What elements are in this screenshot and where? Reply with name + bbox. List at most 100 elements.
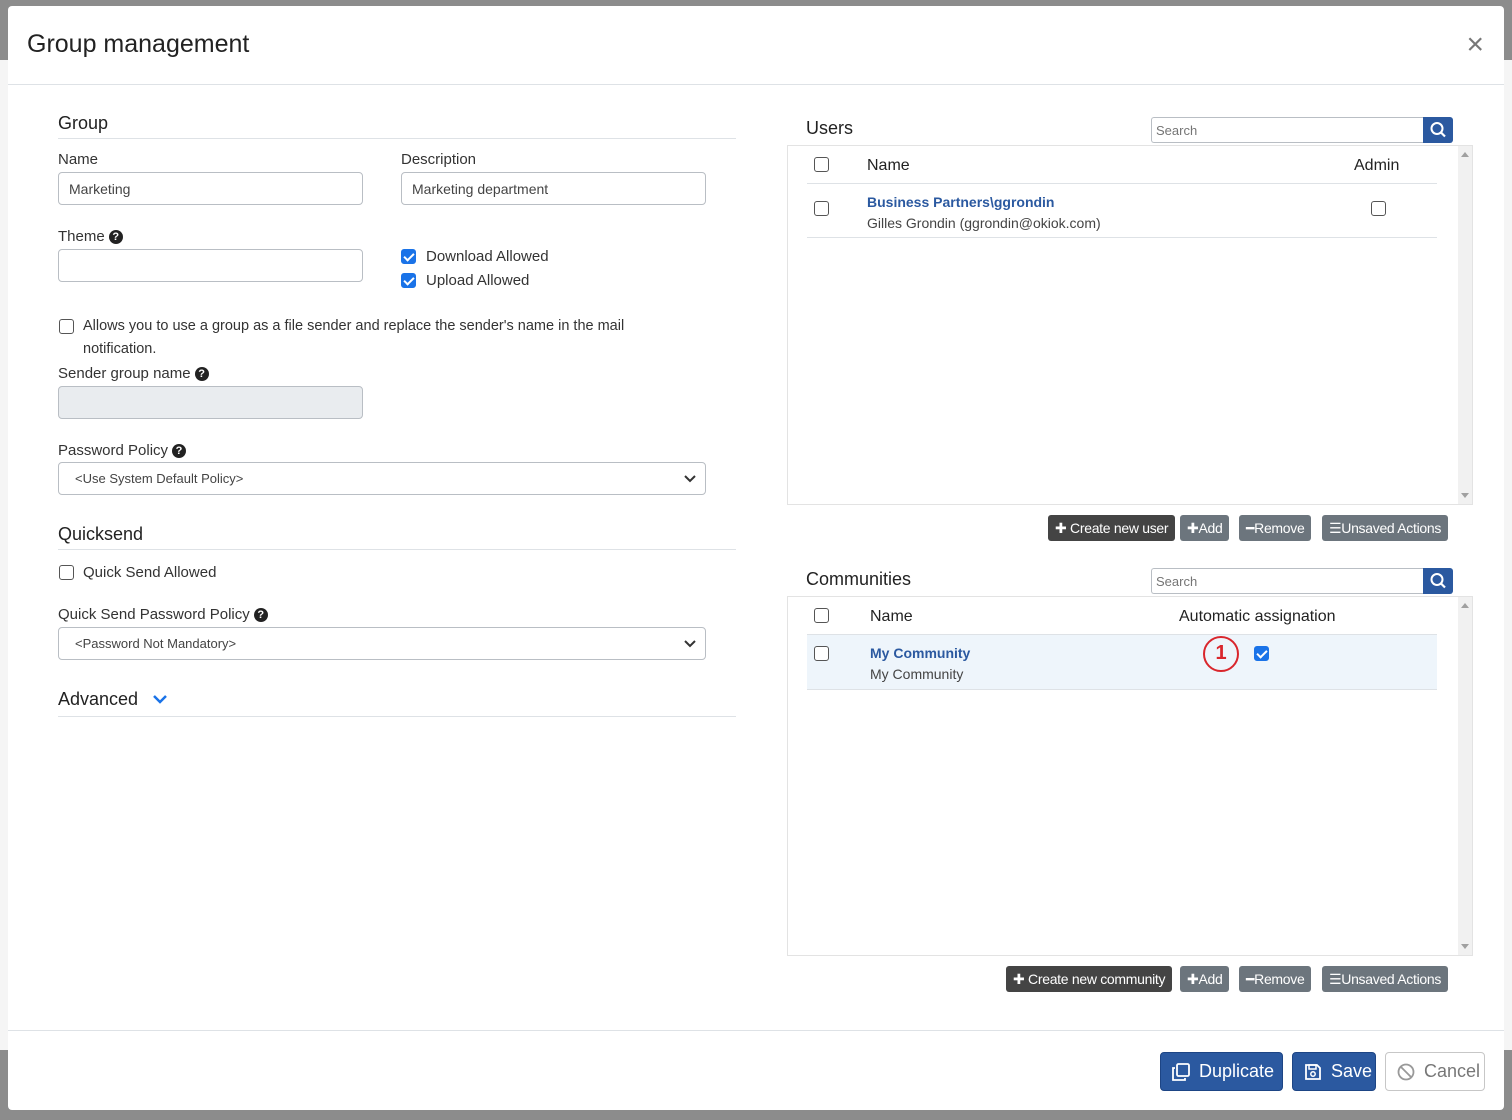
search-icon	[1430, 573, 1446, 589]
quicksend-section-title: Quicksend	[58, 524, 144, 544]
duplicate-button[interactable]: Duplicate	[1160, 1052, 1283, 1091]
communities-column-name: Name	[870, 608, 913, 625]
create-new-user-label: Create new user	[1070, 520, 1169, 536]
user-name-link[interactable]: Business Partners\ggrondin	[867, 194, 1054, 210]
quicksend-divider	[58, 549, 736, 550]
scroll-down-icon[interactable]	[1461, 944, 1469, 949]
communities-list: Name Automatic assignation My Community …	[787, 596, 1473, 956]
download-allowed-label: Download Allowed	[426, 248, 549, 265]
community-detail: My Community	[870, 666, 964, 682]
sender-option-checkbox[interactable]	[59, 319, 74, 334]
quick-send-allowed-checkbox[interactable]	[59, 565, 74, 580]
close-button[interactable]: ×	[1466, 30, 1484, 60]
chevron-down-icon	[684, 475, 696, 483]
communities-unsaved-actions-button[interactable]: ☰Unsaved Actions	[1322, 966, 1449, 992]
community-row-checkbox[interactable]	[814, 646, 829, 661]
table-row[interactable]: My Community My Community 1	[807, 635, 1437, 690]
help-icon[interactable]: ?	[194, 367, 209, 381]
users-unsaved-actions-label: Unsaved Actions	[1341, 520, 1442, 536]
description-input[interactable]	[401, 172, 706, 205]
sender-group-name-label-text: Sender group name	[58, 365, 191, 382]
users-column-admin: Admin	[1354, 157, 1400, 174]
name-input[interactable]	[58, 172, 363, 205]
backdrop-page-right	[1504, 60, 1512, 1050]
users-column-name: Name	[867, 157, 910, 174]
remove-community-label: Remove	[1254, 971, 1305, 987]
add-user-label: Add	[1198, 520, 1223, 536]
quick-send-password-policy-value: <Password Not Mandatory>	[75, 636, 237, 651]
sender-group-name-label: Sender group name?	[58, 365, 209, 382]
password-policy-label-text: Password Policy	[58, 442, 169, 459]
help-icon[interactable]: ?	[172, 444, 187, 458]
user-admin-checkbox[interactable]	[1371, 201, 1386, 216]
list-icon: ☰	[1329, 971, 1342, 987]
add-community-label: Add	[1198, 971, 1223, 987]
group-section-title: Group	[58, 113, 109, 133]
community-name-link[interactable]: My Community	[870, 645, 970, 661]
save-icon	[1305, 1064, 1321, 1080]
modal-header: Group management ×	[8, 6, 1504, 85]
chevron-down-icon	[684, 640, 696, 648]
scroll-up-icon[interactable]	[1461, 603, 1469, 608]
upload-allowed-checkbox[interactable]	[401, 273, 416, 288]
add-community-button[interactable]: ✚Add	[1180, 966, 1230, 992]
add-user-button[interactable]: ✚Add	[1180, 515, 1230, 541]
help-icon[interactable]: ?	[253, 608, 268, 622]
password-policy-value: <Use System Default Policy>	[75, 471, 244, 486]
user-detail: Gilles Grondin (ggrondin@okiok.com)	[867, 215, 1101, 231]
password-policy-select[interactable]: <Use System Default Policy>	[58, 462, 706, 495]
upload-allowed-label: Upload Allowed	[426, 272, 530, 289]
communities-column-auto: Automatic assignation	[1179, 608, 1336, 625]
communities-search-button[interactable]	[1423, 568, 1453, 594]
backdrop-page	[0, 60, 8, 1050]
scroll-down-icon[interactable]	[1461, 493, 1469, 498]
remove-community-button[interactable]: ━Remove	[1239, 966, 1312, 992]
modal-title: Group management	[27, 30, 250, 58]
users-search-input[interactable]	[1151, 117, 1424, 143]
scroll-up-icon[interactable]	[1461, 152, 1469, 157]
sender-option-label-line2: notification.	[83, 341, 157, 357]
password-policy-label: Password Policy?	[58, 442, 187, 459]
sender-option-label-line1: Allows you to use a group as a file send…	[83, 318, 625, 334]
chevron-down-icon	[153, 695, 167, 704]
users-list: Name Admin Business Partners\ggrondin Gi…	[787, 145, 1473, 505]
communities-select-all-checkbox[interactable]	[814, 608, 829, 623]
theme-label: Theme?	[58, 228, 123, 245]
description-label: Description	[401, 151, 477, 168]
users-scrollbar[interactable]	[1458, 146, 1472, 504]
cancel-icon	[1397, 1063, 1415, 1081]
user-row-checkbox[interactable]	[814, 201, 829, 216]
duplicate-label: Duplicate	[1199, 1061, 1275, 1081]
advanced-section-title: Advanced	[58, 689, 139, 709]
sender-group-name-input	[58, 386, 363, 419]
remove-user-label: Remove	[1254, 520, 1305, 536]
communities-scrollbar[interactable]	[1458, 597, 1472, 955]
quick-send-password-policy-select[interactable]: <Password Not Mandatory>	[58, 627, 706, 660]
name-label: Name	[58, 151, 99, 168]
users-unsaved-actions-button[interactable]: ☰Unsaved Actions	[1322, 515, 1449, 541]
help-icon[interactable]: ?	[108, 230, 123, 244]
cancel-button[interactable]: Cancel	[1385, 1052, 1485, 1091]
community-auto-assign-checkbox[interactable]	[1254, 646, 1269, 661]
duplicate-icon	[1172, 1063, 1190, 1081]
create-new-user-button[interactable]: ✚ Create new user	[1048, 515, 1176, 541]
users-select-all-checkbox[interactable]	[814, 157, 829, 172]
save-label: Save	[1331, 1061, 1373, 1081]
table-row[interactable]: Business Partners\ggrondin Gilles Grondi…	[807, 184, 1437, 238]
advanced-toggle[interactable]: Advanced	[58, 689, 169, 710]
download-allowed-checkbox[interactable]	[401, 249, 416, 264]
create-new-community-button[interactable]: ✚ Create new community	[1006, 966, 1173, 992]
communities-search-input[interactable]	[1151, 568, 1424, 594]
users-search-button[interactable]	[1423, 117, 1453, 143]
create-new-community-label: Create new community	[1028, 971, 1166, 987]
cancel-label: Cancel	[1424, 1061, 1481, 1081]
group-divider	[58, 138, 736, 139]
quick-send-allowed-label: Quick Send Allowed	[83, 564, 217, 581]
remove-user-button[interactable]: ━Remove	[1239, 515, 1312, 541]
save-button[interactable]: Save	[1292, 1052, 1376, 1091]
quick-send-password-policy-label-text: Quick Send Password Policy	[58, 606, 250, 623]
theme-input[interactable]	[58, 249, 363, 282]
communities-title: Communities	[806, 569, 912, 589]
annotation-marker: 1	[1203, 636, 1239, 672]
theme-label-text: Theme	[58, 228, 105, 245]
